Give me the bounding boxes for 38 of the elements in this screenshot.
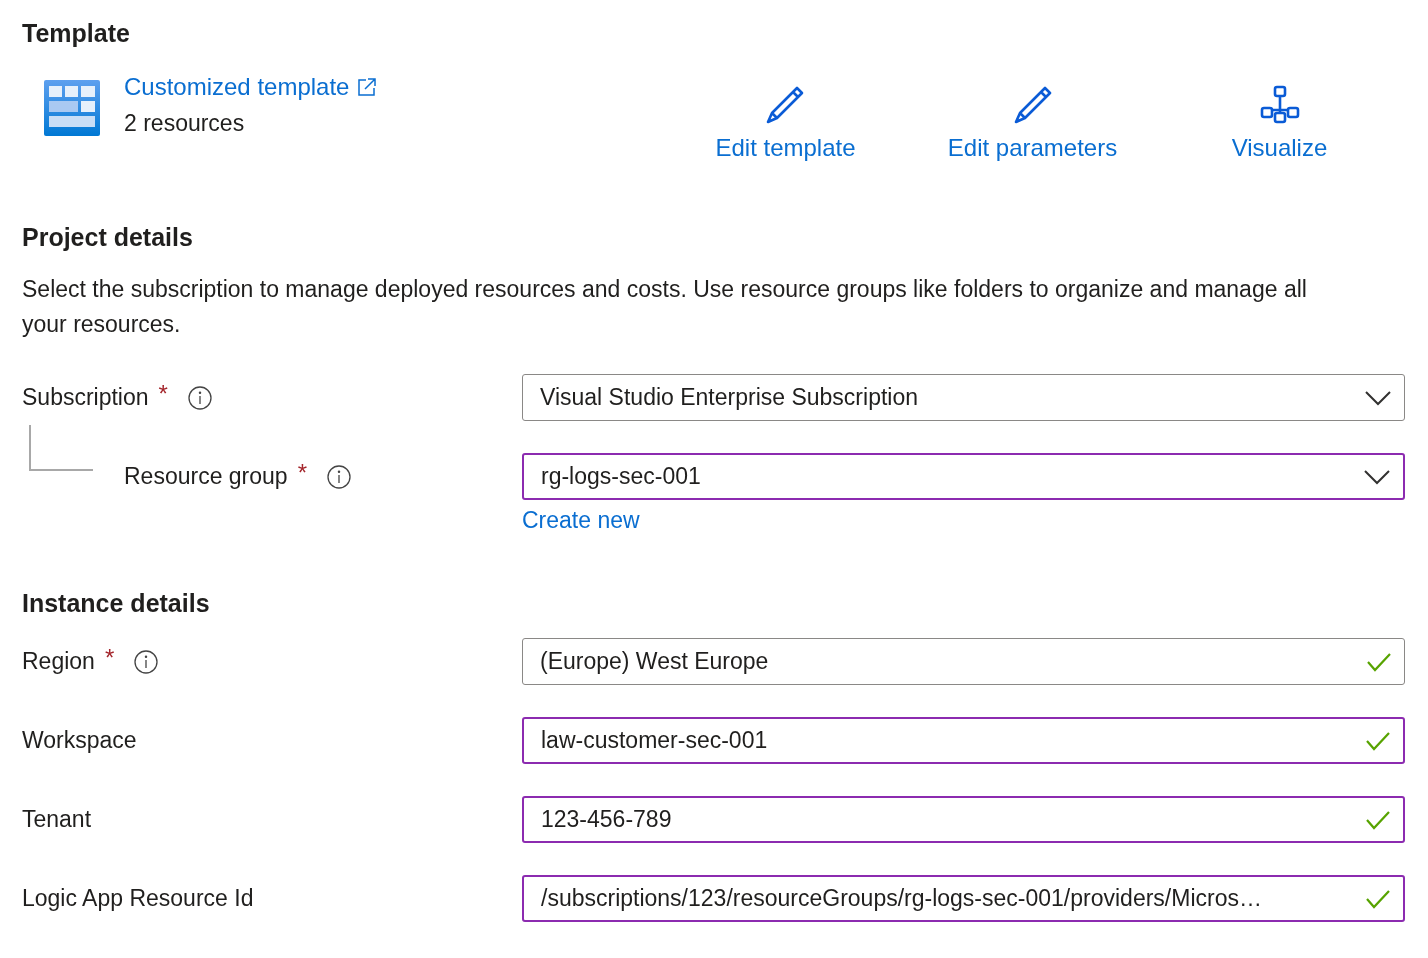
dropdown-field[interactable]: rg-logs-sec-001: [522, 453, 1405, 500]
toolbar-action-button[interactable]: Edit template: [715, 84, 856, 164]
required-asterisk: *: [104, 643, 115, 672]
info-icon[interactable]: [327, 464, 351, 489]
field-label: Subscription: [22, 384, 149, 411]
checkmark-icon: [1366, 651, 1392, 672]
section-heading: Template: [22, 18, 130, 49]
info-icon[interactable]: [187, 385, 212, 410]
template-link[interactable]: Customized template: [124, 70, 378, 104]
input-field[interactable]: law-customer-sec-001: [522, 717, 1405, 764]
checkmark-icon: [1365, 730, 1391, 751]
required-asterisk: *: [297, 458, 307, 487]
input-field[interactable]: /subscriptions/123/resourceGroups/rg-logs-sec-001/providers/Micros…: [522, 875, 1405, 922]
chevron-down-icon: [1364, 389, 1392, 406]
external-link-icon: [357, 77, 378, 97]
dropdown-field[interactable]: Visual Studio Enterprise Subscription: [522, 374, 1405, 421]
hierarchy-icon: [1258, 84, 1301, 126]
resource-count: 2 resources: [124, 109, 245, 138]
info-icon[interactable]: [134, 649, 159, 674]
input-field[interactable]: 123-456-789: [522, 796, 1405, 843]
required-asterisk: *: [158, 379, 168, 408]
input-field[interactable]: (Europe) West Europe: [522, 638, 1405, 685]
tree-connector-line: [29, 425, 93, 471]
section-description: Select the subscription to manage deployed resources and costs. Use resource groups like folders to organize and manage all your resources.: [22, 275, 1308, 339]
checkmark-icon: [1365, 888, 1391, 909]
field-label: Logic App Resource Id: [22, 885, 254, 912]
field-label: Tenant: [22, 806, 92, 833]
field-label: Resource group: [124, 463, 288, 490]
section-heading: Instance details: [22, 588, 210, 619]
create-new-link[interactable]: Create new: [522, 507, 640, 534]
field-label: Region: [22, 648, 95, 675]
toolbar-action-button[interactable]: Edit parameters: [947, 84, 1118, 164]
chevron-down-icon: [1363, 468, 1391, 485]
section-heading: Project details: [22, 222, 193, 253]
template-icon: [44, 80, 100, 136]
toolbar-action-button[interactable]: Visualize: [1231, 84, 1328, 164]
field-label: Workspace: [22, 727, 137, 754]
checkmark-icon: [1365, 809, 1391, 830]
